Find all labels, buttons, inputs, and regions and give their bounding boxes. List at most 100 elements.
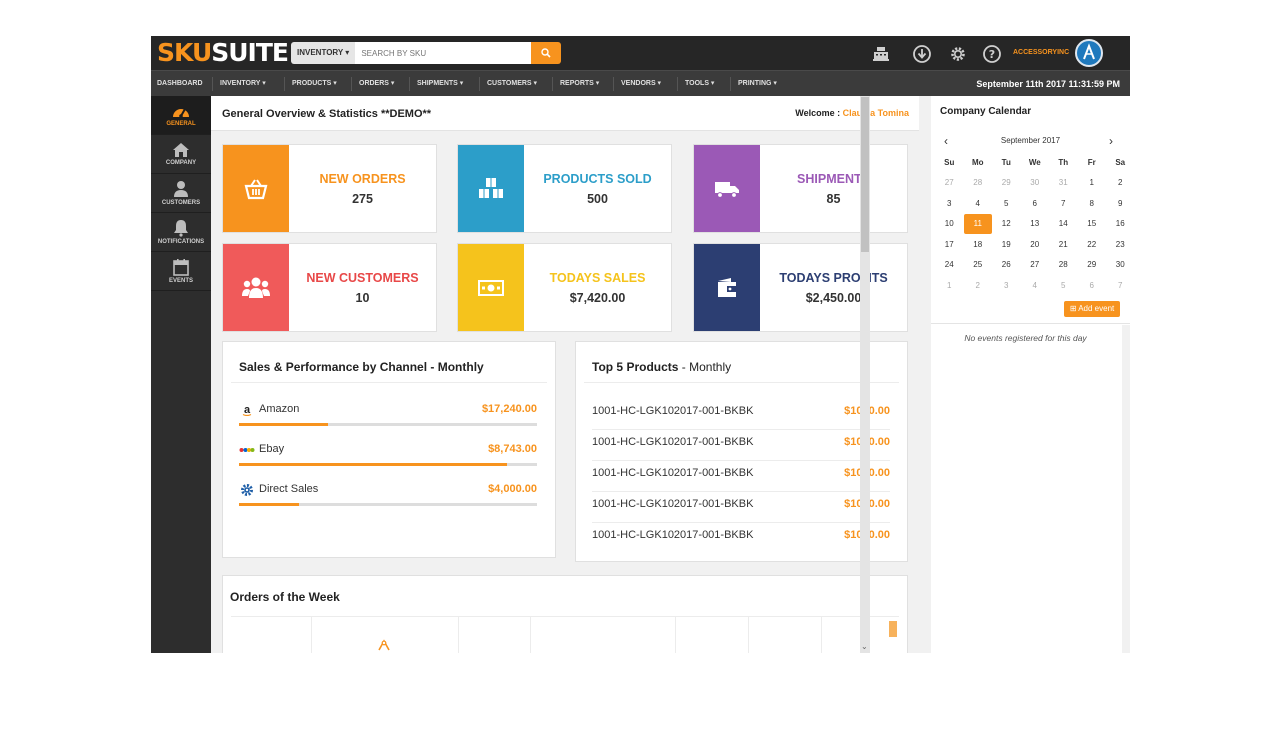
stat-card-todays-sales[interactable]: TODAYS SALES $7,420.00 [457, 243, 672, 332]
channel-row-ebay[interactable]: Ebay $8,743.00 [239, 443, 537, 475]
calendar-day[interactable]: 24 [935, 255, 964, 276]
calendar-day[interactable]: 6 [1021, 193, 1050, 214]
sidebar-item-events[interactable]: EVENTS [151, 252, 211, 291]
calendar-day[interactable]: 23 [1106, 234, 1130, 255]
channel-row-direct-sales[interactable]: Direct Sales $4,000.00 [239, 483, 537, 515]
calendar-day[interactable]: 1 [935, 275, 964, 296]
stat-card-todays-profits[interactable]: TODAYS PROFITS $2,450.00 [693, 243, 908, 332]
calendar-day[interactable]: 30 [1021, 173, 1050, 194]
calendar-day[interactable]: 5 [1049, 275, 1078, 296]
calendar-day[interactable]: 21 [1049, 234, 1078, 255]
calendar-day[interactable]: 17 [935, 234, 964, 255]
calendar-day[interactable]: 14 [1049, 214, 1078, 235]
nav-reports[interactable]: REPORTS ▾ [560, 71, 599, 97]
calendar-day[interactable]: 3 [992, 275, 1021, 296]
next-month-icon[interactable]: › [1109, 134, 1113, 148]
product-row[interactable]: 1001-HC-LGK102017-001-BKBK$1000.00 [592, 492, 890, 523]
scrollbar-thumb[interactable] [861, 97, 869, 252]
add-event-label: Add event [1078, 304, 1115, 313]
channel-row-amazon[interactable]: a Amazon $17,240.00 [239, 403, 537, 435]
calendar-day[interactable]: 10 [935, 214, 964, 235]
channel-name: Ebay [259, 443, 285, 455]
calendar-day[interactable]: 28 [1049, 255, 1078, 276]
product-row[interactable]: 1001-HC-LGK102017-001-BKBK$1000.00 [592, 461, 890, 492]
calendar-day[interactable]: 15 [1078, 214, 1107, 235]
bell-icon [174, 220, 188, 237]
calendar-day[interactable]: 19 [992, 234, 1021, 255]
search-input[interactable] [355, 42, 531, 64]
search-button[interactable] [531, 42, 561, 64]
calendar-day[interactable]: 7 [1049, 193, 1078, 214]
user-name[interactable]: Claudia Tomina [843, 108, 909, 118]
calendar-day[interactable]: 28 [964, 173, 993, 194]
add-event-button[interactable]: ⊞ Add event [1064, 301, 1120, 317]
product-row[interactable]: 1001-HC-LGK102017-001-BKBK$1000.00 [592, 399, 890, 430]
nav-orders[interactable]: ORDERS ▾ [359, 71, 394, 97]
calendar-day[interactable]: 6 [1078, 275, 1107, 296]
search-scope-dropdown[interactable]: INVENTORY ▾ [291, 42, 356, 64]
sidebar-item-company[interactable]: COMPANY [151, 135, 211, 174]
nav-dashboard[interactable]: DASHBOARD [157, 71, 203, 97]
calendar-day[interactable]: 7 [1106, 275, 1130, 296]
gear-icon [239, 483, 255, 497]
calendar-day[interactable]: 16 [1106, 214, 1130, 235]
stat-card-new-orders[interactable]: NEW ORDERS 275 [222, 144, 437, 233]
calendar-day[interactable]: 5 [992, 193, 1021, 214]
product-row[interactable]: 1001-HC-LGK102017-001-BKBK$1000.00 [592, 523, 890, 554]
gear-icon[interactable] [948, 44, 968, 64]
calendar-day[interactable]: 27 [935, 173, 964, 194]
amazon-icon: a [239, 403, 255, 417]
calendar-day[interactable]: 20 [1021, 234, 1050, 255]
app-logo[interactable]: SKUSUITE [157, 40, 289, 66]
calendar-day[interactable]: 2 [1106, 173, 1130, 194]
calendar-day[interactable]: 27 [1021, 255, 1050, 276]
stat-icon-box [694, 145, 760, 232]
sidebar-item-notifications[interactable]: NOTIFICATIONS [151, 213, 211, 252]
calendar-day[interactable]: 31 [1049, 173, 1078, 194]
nav-inventory[interactable]: INVENTORY ▾ [220, 71, 266, 97]
add-event-icon: ⊞ [1069, 304, 1079, 313]
account-name[interactable]: ACCESSORYINC [1013, 49, 1069, 56]
stat-card-products-sold[interactable]: PRODUCTS SOLD 500 [457, 144, 672, 233]
calendar-day[interactable]: 12 [992, 214, 1021, 235]
calendar-day[interactable]: 18 [964, 234, 993, 255]
sidebar-item-customers[interactable]: CUSTOMERS [151, 174, 211, 213]
company-calendar: Company Calendar ‹ September 2017 › Su Mo… [931, 96, 1130, 653]
nav-tools[interactable]: TOOLS ▾ [685, 71, 714, 97]
avatar[interactable] [1075, 39, 1103, 67]
calendar-icon [173, 259, 189, 276]
orders-chart-area [231, 616, 899, 653]
calendar-day[interactable]: 26 [992, 255, 1021, 276]
nav-printing[interactable]: PRINTING ▾ [738, 71, 777, 97]
cash-register-icon[interactable] [871, 44, 891, 64]
calendar-day[interactable]: 2 [964, 275, 993, 296]
nav-products[interactable]: PRODUCTS ▾ [292, 71, 337, 97]
nav-customers[interactable]: CUSTOMERS ▾ [487, 71, 537, 97]
main-scrollbar[interactable]: ⌄ [860, 96, 870, 653]
calendar-day[interactable]: 25 [964, 255, 993, 276]
calendar-day[interactable]: 4 [964, 193, 993, 214]
calendar-day[interactable]: 3 [935, 193, 964, 214]
calendar-day[interactable]: 22 [1078, 234, 1107, 255]
sidebar-item-general[interactable]: GENERAL [151, 96, 211, 135]
channel-name: Direct Sales [259, 483, 319, 495]
calendar-day[interactable]: 9 [1106, 193, 1130, 214]
calendar-day[interactable]: 4 [1021, 275, 1050, 296]
calendar-day[interactable]: 1 [1078, 173, 1107, 194]
scroll-down-icon[interactable]: ⌄ [861, 642, 868, 651]
stat-value: 10 [355, 291, 370, 305]
product-row[interactable]: 1001-HC-LGK102017-001-BKBK$1000.00 [592, 430, 890, 461]
events-scrollbar[interactable] [1122, 325, 1130, 653]
calendar-day[interactable]: 8 [1078, 193, 1107, 214]
calendar-day[interactable]: 30 [1106, 255, 1130, 276]
calendar-day-today[interactable]: 11 [963, 213, 992, 234]
stat-card-new-customers[interactable]: NEW CUSTOMERS 10 [222, 243, 437, 332]
calendar-day[interactable]: 13 [1021, 214, 1050, 235]
help-icon[interactable]: ? [982, 44, 1002, 64]
nav-vendors[interactable]: VENDORS ▾ [621, 71, 661, 97]
nav-shipments[interactable]: SHIPMENTS ▾ [417, 71, 463, 97]
calendar-day[interactable]: 29 [992, 173, 1021, 194]
download-icon[interactable] [912, 44, 932, 64]
stat-card-shipments[interactable]: SHIPMENTS 85 [693, 144, 908, 233]
calendar-day[interactable]: 29 [1078, 255, 1107, 276]
